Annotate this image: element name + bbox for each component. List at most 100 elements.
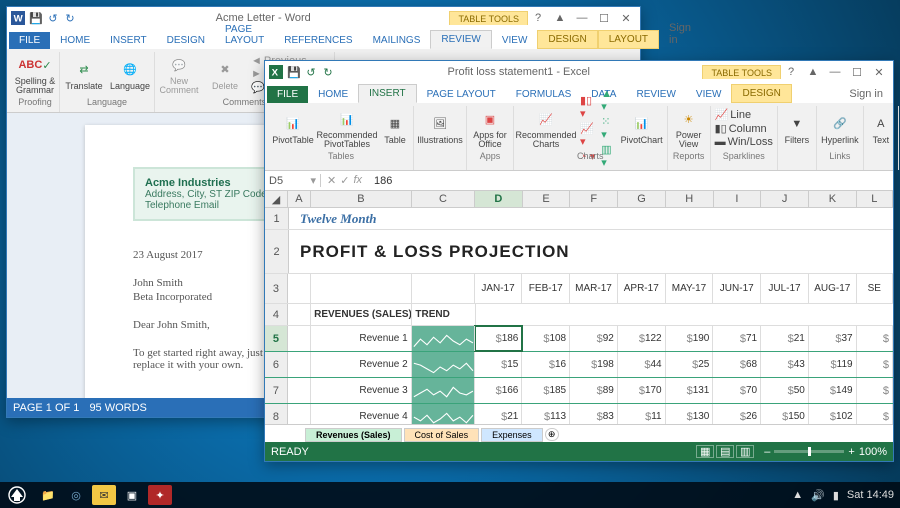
task-mail[interactable]: ✉ [92,485,116,505]
sheet-tab-expenses[interactable]: Expenses [481,428,543,442]
col-C[interactable]: C [412,191,475,207]
xtab-view[interactable]: VIEW [686,86,732,103]
battery-icon[interactable]: ▮ [833,489,839,502]
xtab-insert[interactable]: INSERT [358,84,417,103]
new-comment-button[interactable]: 💬New Comment [159,53,199,95]
task-app[interactable]: ✦ [148,485,172,505]
tab-home[interactable]: HOME [50,32,100,49]
chart-scatter-icon[interactable]: ⁙ ▾ [601,115,614,141]
minimize-icon[interactable]: — [572,10,592,26]
tab-pagelayout[interactable]: PAGE LAYOUT [215,21,274,49]
new-sheet-button[interactable]: ⊕ [545,428,559,441]
col-K[interactable]: K [809,191,857,207]
help-icon[interactable]: ? [781,64,801,80]
undo-icon[interactable]: ↺ [304,65,318,79]
view-normal-icon[interactable]: ▦ [696,445,714,458]
tab-references[interactable]: REFERENCES [274,32,362,49]
fx-icon[interactable]: fx [353,174,362,187]
tab-tt-design[interactable]: DESIGN [537,30,597,49]
col-J[interactable]: J [761,191,809,207]
rec-charts-button[interactable]: 📈Recommended Charts [518,107,574,149]
excel-signin[interactable]: Sign in [839,85,893,103]
xtab-file[interactable]: FILE [267,86,308,103]
col-I[interactable]: I [714,191,762,207]
xtab-pagelayout[interactable]: PAGE LAYOUT [417,86,506,103]
start-button[interactable] [6,484,28,506]
chart-bar-icon[interactable]: ▮▯ ▾ [580,94,595,120]
xtab-review[interactable]: REVIEW [626,86,685,103]
sheet-tab-cost[interactable]: Cost of Sales [404,428,480,442]
tab-design[interactable]: DESIGN [157,32,215,49]
powerview-button[interactable]: ☀Power View [672,107,706,149]
save-icon[interactable]: 💾 [29,11,43,25]
view-pagelayout-icon[interactable]: ▤ [716,445,734,458]
grid[interactable]: 1 Twelve Month 2 PROFIT & LOSS PROJECTIO… [265,208,893,424]
col-G[interactable]: G [618,191,666,207]
ribbon-collapse-icon[interactable]: ▲ [803,64,823,80]
select-all-corner[interactable]: ◢ [265,191,288,207]
maximize-icon[interactable]: ☐ [847,64,867,80]
redo-icon[interactable]: ↻ [63,11,77,25]
clock[interactable]: Sat 14:49 [847,489,894,501]
ribbon-collapse-icon[interactable]: ▲ [550,10,570,26]
zoom-slider[interactable]: –+100% [764,446,887,458]
translate-button[interactable]: ⇄Translate [64,58,104,91]
undo-icon[interactable]: ↺ [46,11,60,25]
col-B[interactable]: B [311,191,412,207]
chart-line-icon[interactable]: 📈 ▾ [580,122,595,148]
task-browser[interactable]: ◎ [64,485,88,505]
cancel-icon[interactable]: ✕ [327,174,336,187]
table-button[interactable]: ▦Table [381,112,409,145]
network-icon[interactable]: ▲ [792,489,803,501]
col-F[interactable]: F [570,191,618,207]
xtab-home[interactable]: HOME [308,86,358,103]
text-button[interactable]: AText [868,112,894,145]
save-icon[interactable]: 💾 [287,65,301,79]
spark-winloss-button[interactable]: ▬ Win/Loss [715,136,773,148]
apps-button[interactable]: ▣Apps for Office [471,107,509,149]
col-D[interactable]: D [475,191,523,207]
page-count[interactable]: PAGE 1 OF 1 [13,402,79,414]
close-icon[interactable]: ✕ [616,10,636,26]
view-pagebreak-icon[interactable]: ▥ [736,445,754,458]
volume-icon[interactable]: 🔊 [811,489,825,502]
tab-view[interactable]: VIEW [492,32,538,49]
task-files[interactable]: 📁 [36,485,60,505]
tab-insert[interactable]: INSERT [100,32,157,49]
sheet-tab-revenues[interactable]: Revenues (Sales) [305,428,402,442]
word-signin[interactable]: Sign in [659,19,701,49]
spelling-button[interactable]: ABC✓ Spelling & Grammar [15,53,55,95]
col-A[interactable]: A [288,191,311,207]
col-H[interactable]: H [666,191,714,207]
spark-line-button[interactable]: 📈 Line [715,108,773,121]
close-icon[interactable]: ✕ [869,64,889,80]
pivotchart-button[interactable]: 📊PivotChart [621,112,663,145]
tab-tt-layout[interactable]: LAYOUT [598,30,659,49]
redo-icon[interactable]: ↻ [321,65,335,79]
word-count[interactable]: 95 WORDS [89,402,146,414]
col-E[interactable]: E [523,191,571,207]
col-L[interactable]: L [857,191,893,207]
xtab-tt-design[interactable]: DESIGN [731,84,791,103]
maximize-icon[interactable]: ☐ [594,10,614,26]
enter-icon[interactable]: ✓ [340,174,349,187]
chart-area-icon[interactable]: ▲ ▾ [601,88,614,113]
data-cell: $185 [522,378,570,403]
formula-input[interactable]: 186 [368,175,893,187]
delete-comment-button[interactable]: ✖Delete [205,58,245,91]
task-terminal[interactable]: ▣ [120,485,144,505]
name-box[interactable]: D5▾ [265,174,321,187]
tab-file[interactable]: FILE [9,32,50,49]
rec-pivot-button[interactable]: 📊Recommended PivotTables [319,107,375,149]
filters-button[interactable]: ▼Filters [782,112,812,145]
illustrations-button[interactable]: 🖼Illustrations [418,112,462,145]
minimize-icon[interactable]: — [825,64,845,80]
tab-mailings[interactable]: MAILINGS [363,32,431,49]
xtab-formulas[interactable]: FORMULAS [506,86,582,103]
spark-column-button[interactable]: ▮▯ Column [715,122,773,135]
language-button[interactable]: 🌐Language [110,58,150,91]
tab-review[interactable]: REVIEW [430,30,491,49]
pivottable-button[interactable]: 📊PivotTable [273,112,313,145]
help-icon[interactable]: ? [528,10,548,26]
hyperlink-button[interactable]: 🔗Hyperlink [821,112,859,145]
